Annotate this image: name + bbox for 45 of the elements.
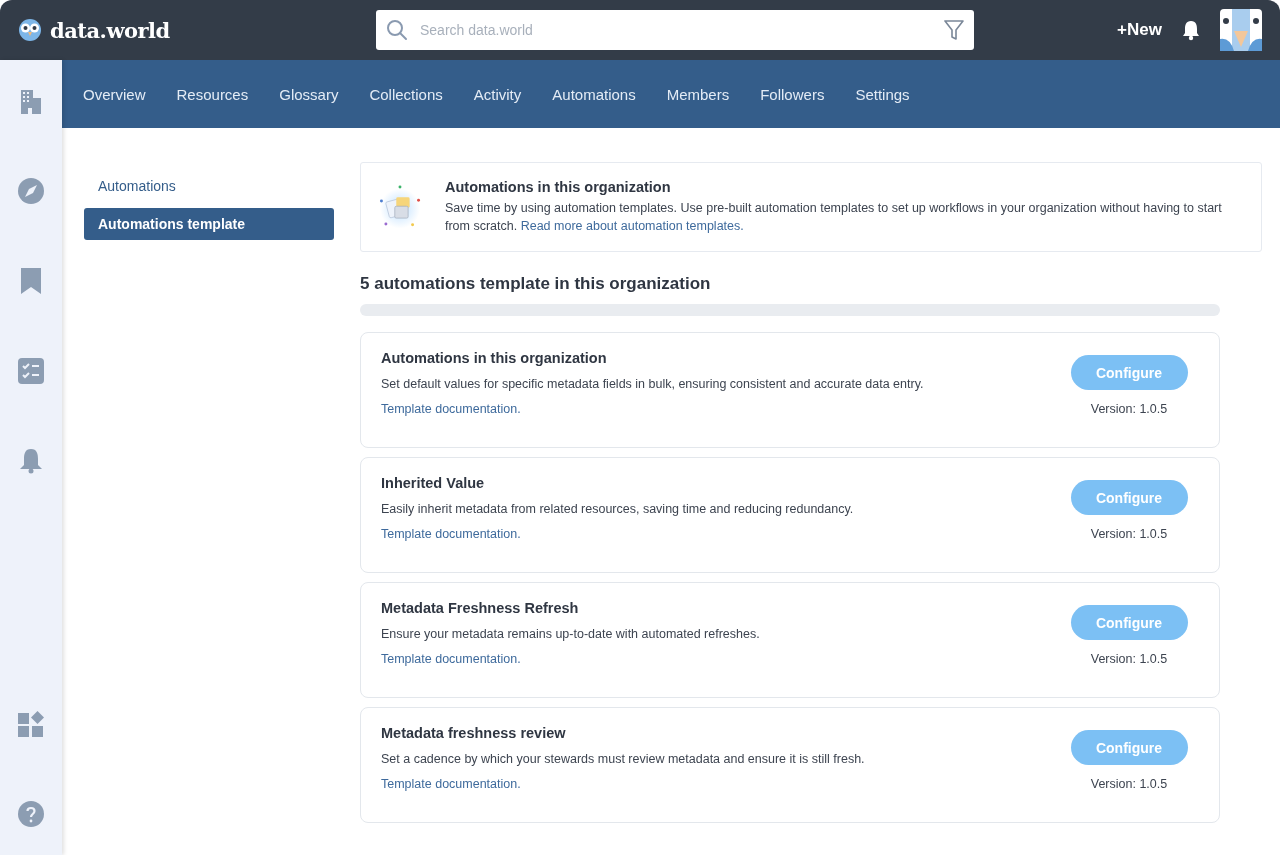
version-label: Version: 1.0.5: [1090, 652, 1168, 666]
template-description: Easily inherit metadata from related resources, saving time and reducing redundancy.: [381, 502, 855, 516]
banner-text: Save time by using automation templates. Use pre-built automation templates to set up workflows in your organization without having to start from scratch. Read more about automation templates.: [444, 200, 1223, 235]
logo-text[interactable]: data.world: [50, 17, 170, 43]
documentation-link[interactable]: Template documentation.: [381, 777, 1059, 791]
nav-tab[interactable]: Automations: [541, 79, 647, 109]
search-icon: [386, 19, 408, 41]
version-label: Version: 1.0.5: [1090, 402, 1168, 416]
search-field[interactable]: Search data.world: [376, 10, 974, 50]
owl-avatar-icon[interactable]: [1220, 9, 1262, 51]
template-description: Ensure your metadata remains up-to-date with automated refreshes.: [381, 627, 761, 641]
section-heading: 5 automations template in this organization: [360, 274, 712, 294]
nav-tab[interactable]: Collections: [358, 79, 454, 109]
nav-tab[interactable]: Members: [655, 79, 741, 109]
side-menu-item[interactable]: Automations: [84, 170, 334, 202]
banner-title: Automations in this organization: [444, 179, 672, 195]
nav-tab[interactable]: Settings: [844, 79, 921, 109]
template-title: Metadata Freshness Refresh: [381, 600, 580, 616]
nav-tab[interactable]: Followers: [749, 79, 836, 109]
version-label: Version: 1.0.5: [1090, 527, 1168, 541]
documentation-link[interactable]: Template documentation.: [381, 527, 1059, 541]
help-icon[interactable]: [18, 801, 44, 827]
documentation-link[interactable]: Template documentation.: [381, 652, 1059, 666]
new-button[interactable]: +New: [1117, 20, 1162, 40]
nav-tab[interactable]: Resources: [165, 79, 260, 109]
read-more-link[interactable]: Read more about automation templates.: [520, 219, 744, 233]
template-description: Set a cadence by which your stewards must review metadata and ensure it is still fresh.: [381, 752, 866, 766]
nav-tab[interactable]: Overview: [72, 79, 157, 109]
version-label: Version: 1.0.5: [1090, 777, 1168, 791]
widgets-icon[interactable]: [18, 711, 44, 737]
template-title: Inherited Value: [381, 475, 486, 491]
documentation-link[interactable]: Template documentation.: [381, 402, 1059, 416]
compass-icon[interactable]: [18, 178, 44, 204]
bookmark-icon[interactable]: [21, 268, 41, 294]
nav-tab[interactable]: Glossary: [268, 79, 350, 109]
building-icon[interactable]: [19, 88, 43, 114]
checklist-icon[interactable]: [18, 358, 44, 384]
side-menu-item[interactable]: Automations template: [84, 208, 334, 240]
template-title: Metadata freshness review: [381, 725, 567, 741]
bell-icon[interactable]: [1180, 19, 1202, 41]
filter-icon[interactable]: [944, 19, 964, 41]
owl-logo-icon: [18, 17, 42, 43]
nav-tab[interactable]: Activity: [462, 79, 533, 109]
template-title: Automations in this organization: [381, 350, 608, 366]
template-description: Set default values for specific metadata fields in bulk, ensuring consistent and accurate data entry.: [381, 377, 925, 391]
